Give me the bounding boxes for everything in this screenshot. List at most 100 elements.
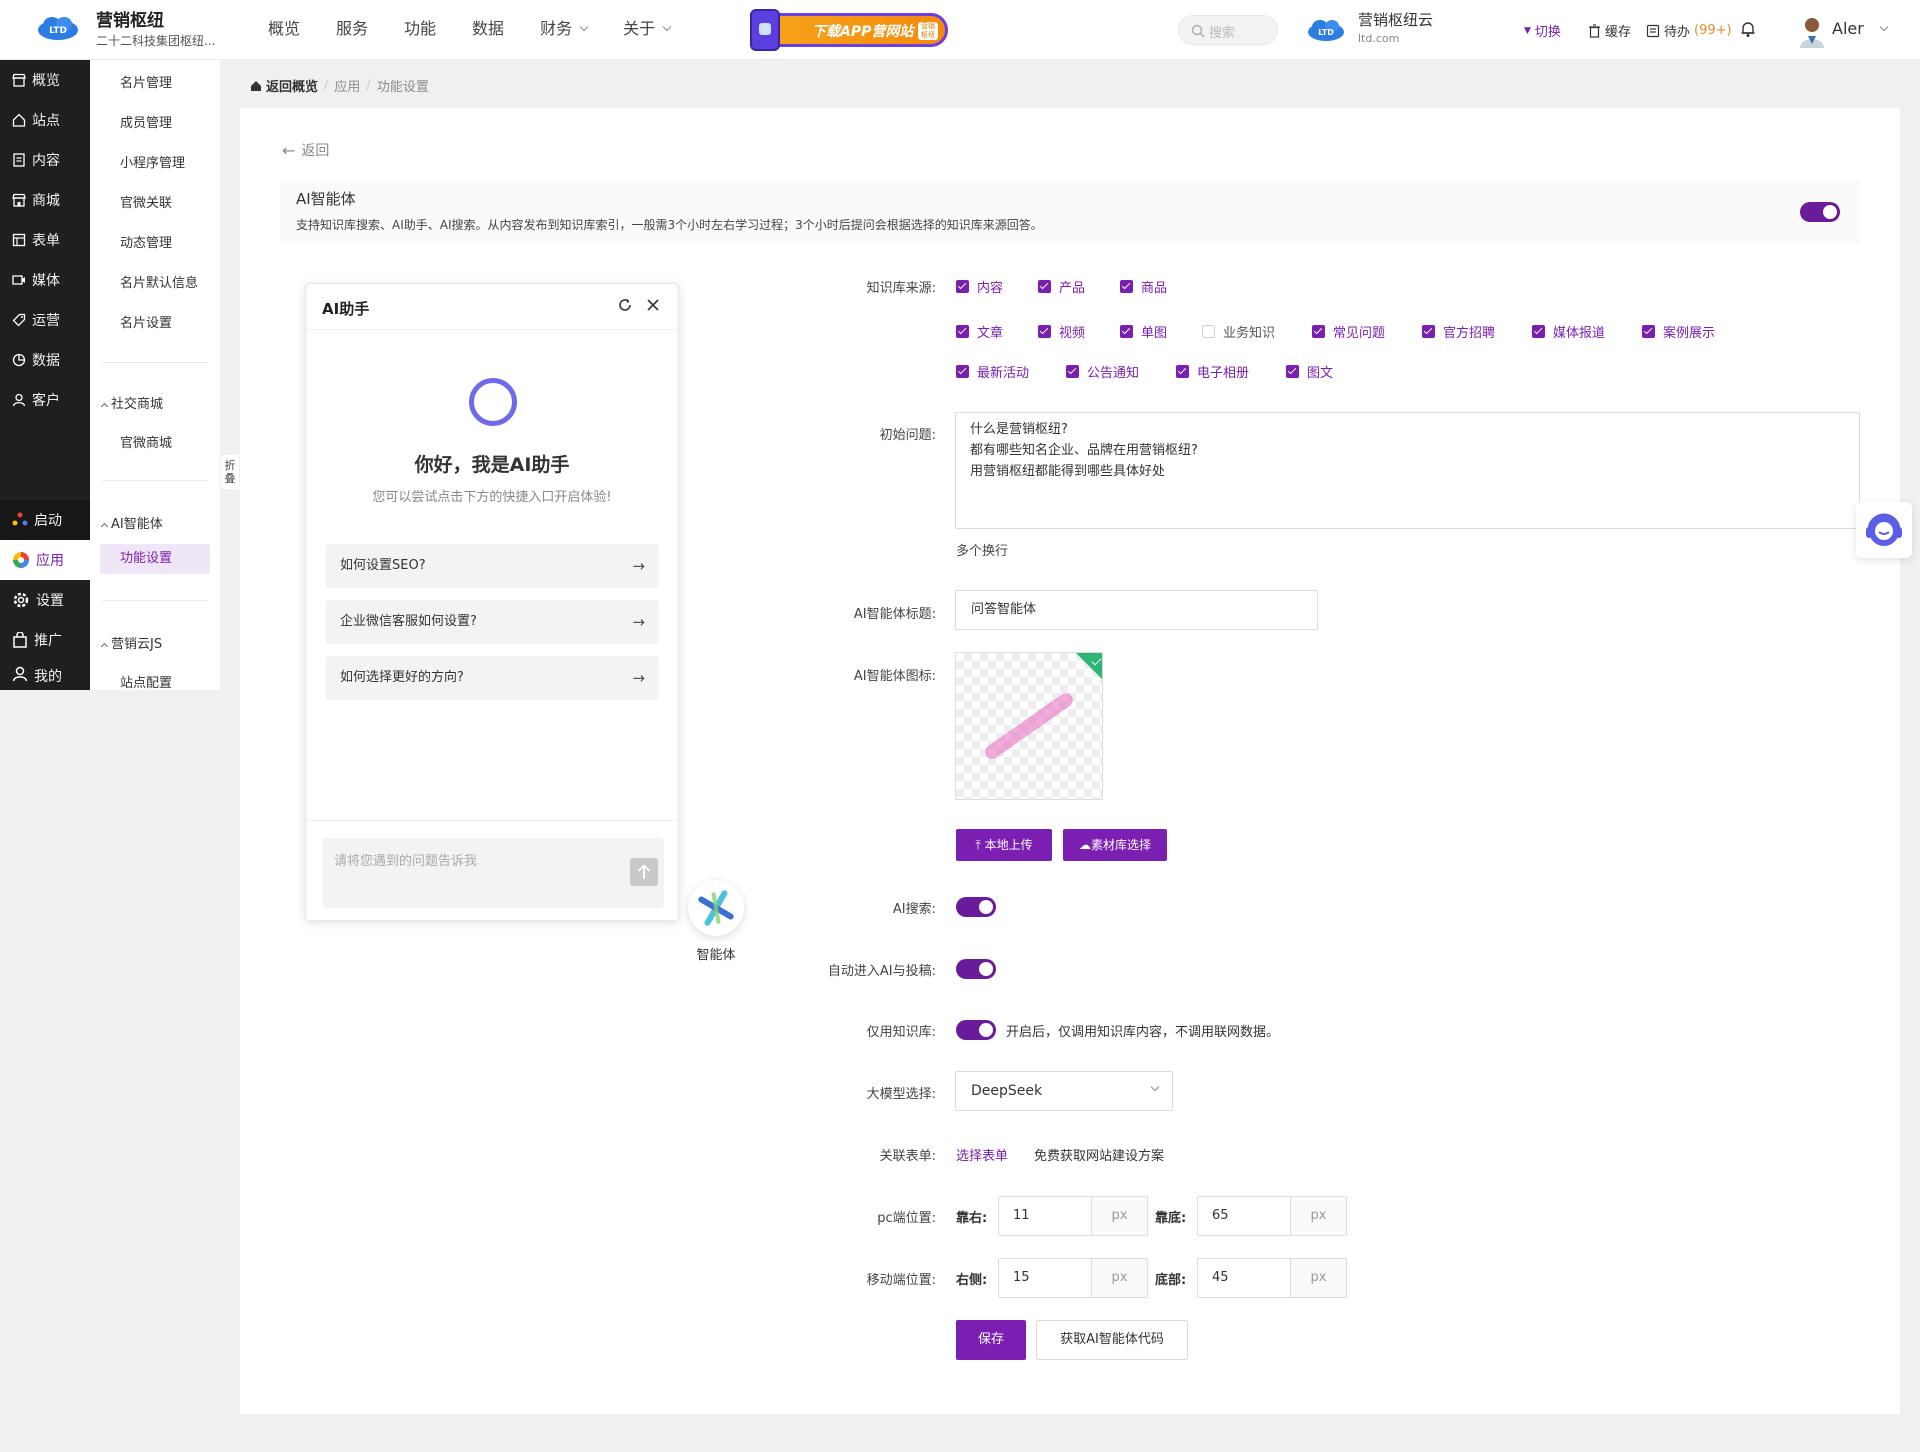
- local-upload-button[interactable]: ⤒ 本地上传: [956, 829, 1052, 861]
- checkbox-product[interactable]: 产品: [1038, 277, 1085, 296]
- download-app-banner[interactable]: 下载APP营网站 营销枢纽: [730, 9, 950, 51]
- subnav-item[interactable]: 动态管理: [120, 232, 172, 251]
- checkbox-goods[interactable]: 商品: [1120, 277, 1167, 296]
- subnav-group-ai[interactable]: AI智能体: [100, 513, 163, 532]
- checkbox-content[interactable]: 内容: [956, 277, 1003, 296]
- cloud-name: 营销枢纽云: [1358, 11, 1434, 29]
- breadcrumb-home[interactable]: 返回概览: [250, 76, 318, 95]
- checkbox-recruitment[interactable]: 官方招聘: [1422, 322, 1495, 341]
- initial-question-textarea[interactable]: 什么是营销枢纽? 都有哪些知名企业、品牌在用营销枢纽? 用营销枢纽都能得到哪些具…: [955, 412, 1860, 529]
- checkbox-media-report[interactable]: 媒体报道: [1532, 322, 1605, 341]
- sidebar-item-launch[interactable]: 启动: [0, 500, 90, 540]
- checkbox-case-show[interactable]: 案例展示: [1642, 322, 1715, 341]
- subnav-item[interactable]: 名片设置: [120, 312, 172, 331]
- agent-title-input[interactable]: 问答智能体: [955, 590, 1318, 630]
- user-name[interactable]: Aler: [1832, 19, 1864, 38]
- sidebar-item-overview[interactable]: 概览: [0, 60, 90, 100]
- save-button[interactable]: 保存: [956, 1320, 1026, 1360]
- checkbox-announcement[interactable]: 公告通知: [1066, 362, 1139, 381]
- topnav-finance[interactable]: 财务: [522, 0, 605, 60]
- subnav-item-function-settings[interactable]: 功能设置: [100, 544, 210, 574]
- subnav-item[interactable]: 站点配置: [120, 672, 172, 691]
- pc-bottom-input[interactable]: 65 px: [1197, 1196, 1347, 1236]
- subnav-item[interactable]: 成员管理: [120, 112, 172, 131]
- select-form-link[interactable]: 选择表单: [956, 1145, 1008, 1164]
- subnav-item[interactable]: 小程序管理: [120, 152, 185, 171]
- sidebar-item-site[interactable]: 站点: [0, 100, 90, 140]
- svg-text:LTD: LTD: [1318, 28, 1334, 37]
- sidebar-item-content[interactable]: 内容: [0, 140, 90, 180]
- todo-button[interactable]: 待办 (99+): [1646, 21, 1732, 40]
- cache-button[interactable]: 缓存: [1588, 21, 1631, 40]
- checkbox-album[interactable]: 电子相册: [1176, 362, 1249, 381]
- checkbox-video[interactable]: 视频: [1038, 322, 1085, 341]
- checkbox-business-knowledge[interactable]: 业务知识: [1202, 322, 1275, 341]
- avatar[interactable]: [1798, 16, 1826, 48]
- mobile-right-input[interactable]: 15 px: [998, 1258, 1148, 1298]
- chevron-down-icon[interactable]: [1879, 22, 1889, 32]
- cloud-logo-icon[interactable]: LTD: [36, 14, 80, 42]
- multi-line-hint: 多个换行: [956, 544, 1009, 559]
- checkbox-faq[interactable]: 常见问题: [1312, 322, 1385, 341]
- search-input[interactable]: 搜索: [1178, 15, 1278, 45]
- collapse-button[interactable]: 折叠: [221, 455, 239, 489]
- chat-input[interactable]: 请将您遇到的问题告诉我: [322, 838, 664, 908]
- pc-position-label: pc端位置:: [877, 1211, 936, 1226]
- topnav-data[interactable]: 数据: [454, 0, 522, 60]
- knowledge-only-toggle[interactable]: [956, 1020, 996, 1040]
- checkbox-latest-activity[interactable]: 最新活动: [956, 362, 1029, 381]
- sidebar-item-mine[interactable]: 我的: [0, 660, 90, 690]
- sidebar-item-promote[interactable]: 推广: [0, 620, 90, 660]
- chat-header: AI助手: [306, 284, 678, 330]
- subnav-item[interactable]: 官微商城: [120, 432, 172, 451]
- pc-right-input[interactable]: 11 px: [998, 1196, 1148, 1236]
- switch-button[interactable]: ▼ 切换: [1524, 21, 1561, 40]
- topnav-overview[interactable]: 概览: [250, 0, 318, 60]
- topnav-function[interactable]: 功能: [386, 0, 454, 60]
- breadcrumb-level1[interactable]: 应用: [334, 76, 360, 95]
- subnav-item[interactable]: 名片管理: [120, 72, 172, 91]
- subnav-item[interactable]: 名片默认信息: [120, 272, 198, 291]
- quick-question[interactable]: 企业微信客服如何设置? →: [326, 600, 659, 644]
- get-code-button[interactable]: 获取AI智能体代码: [1036, 1320, 1188, 1360]
- sidebar-item-media[interactable]: 媒体: [0, 260, 90, 300]
- sub-nav: 名片管理 成员管理 小程序管理 官微关联 动态管理 名片默认信息 名片设置 社交…: [90, 60, 220, 691]
- sidebar-item-operation[interactable]: 运营: [0, 300, 90, 340]
- sidebar-item-customer[interactable]: 客户: [0, 380, 90, 420]
- library-select-button[interactable]: ☁素材库选择: [1063, 829, 1167, 861]
- headset-icon: [1866, 513, 1902, 546]
- sidebar-item-app[interactable]: 应用: [0, 540, 90, 580]
- bell-icon[interactable]: [1740, 20, 1756, 38]
- store-icon: [12, 193, 26, 207]
- back-button[interactable]: ← 返回: [282, 140, 329, 160]
- sidebar-item-settings[interactable]: 设置: [0, 580, 90, 620]
- model-select[interactable]: DeepSeek: [955, 1071, 1173, 1111]
- quick-question[interactable]: 如何设置SEO? →: [326, 544, 659, 588]
- topnav-service[interactable]: 服务: [318, 0, 386, 60]
- quick-question[interactable]: 如何选择更好的方向? →: [326, 656, 659, 700]
- checkbox-image-text[interactable]: 图文: [1286, 362, 1333, 381]
- customer-service-button[interactable]: [1856, 502, 1912, 558]
- sidebar-item-data[interactable]: 数据: [0, 340, 90, 380]
- close-icon[interactable]: [646, 298, 660, 312]
- form-icon: [12, 233, 26, 247]
- send-button[interactable]: [630, 858, 658, 886]
- topnav-about[interactable]: 关于: [605, 0, 688, 60]
- ai-search-toggle[interactable]: [956, 897, 996, 917]
- checkbox-box: [1532, 325, 1545, 338]
- agent-icon-preview[interactable]: [955, 652, 1103, 800]
- subnav-item[interactable]: 官微关联: [120, 192, 172, 211]
- sidebar-item-form[interactable]: 表单: [0, 220, 90, 260]
- checkbox-article[interactable]: 文章: [956, 322, 1003, 341]
- subnav-group-social[interactable]: 社交商城: [100, 393, 163, 412]
- chevron-up-icon: [100, 522, 109, 531]
- auto-enter-toggle[interactable]: [956, 959, 996, 979]
- subnav-group-js[interactable]: 营销云JS: [100, 633, 162, 652]
- mobile-bottom-input[interactable]: 45 px: [1197, 1258, 1347, 1298]
- agent-floating-button[interactable]: [688, 880, 744, 936]
- checkbox-single-image[interactable]: 单图: [1120, 322, 1167, 341]
- sidebar-item-mall[interactable]: 商城: [0, 180, 90, 220]
- todo-count: (99+): [1694, 23, 1732, 38]
- feature-enable-toggle[interactable]: [1800, 202, 1840, 222]
- refresh-icon[interactable]: [618, 298, 632, 312]
